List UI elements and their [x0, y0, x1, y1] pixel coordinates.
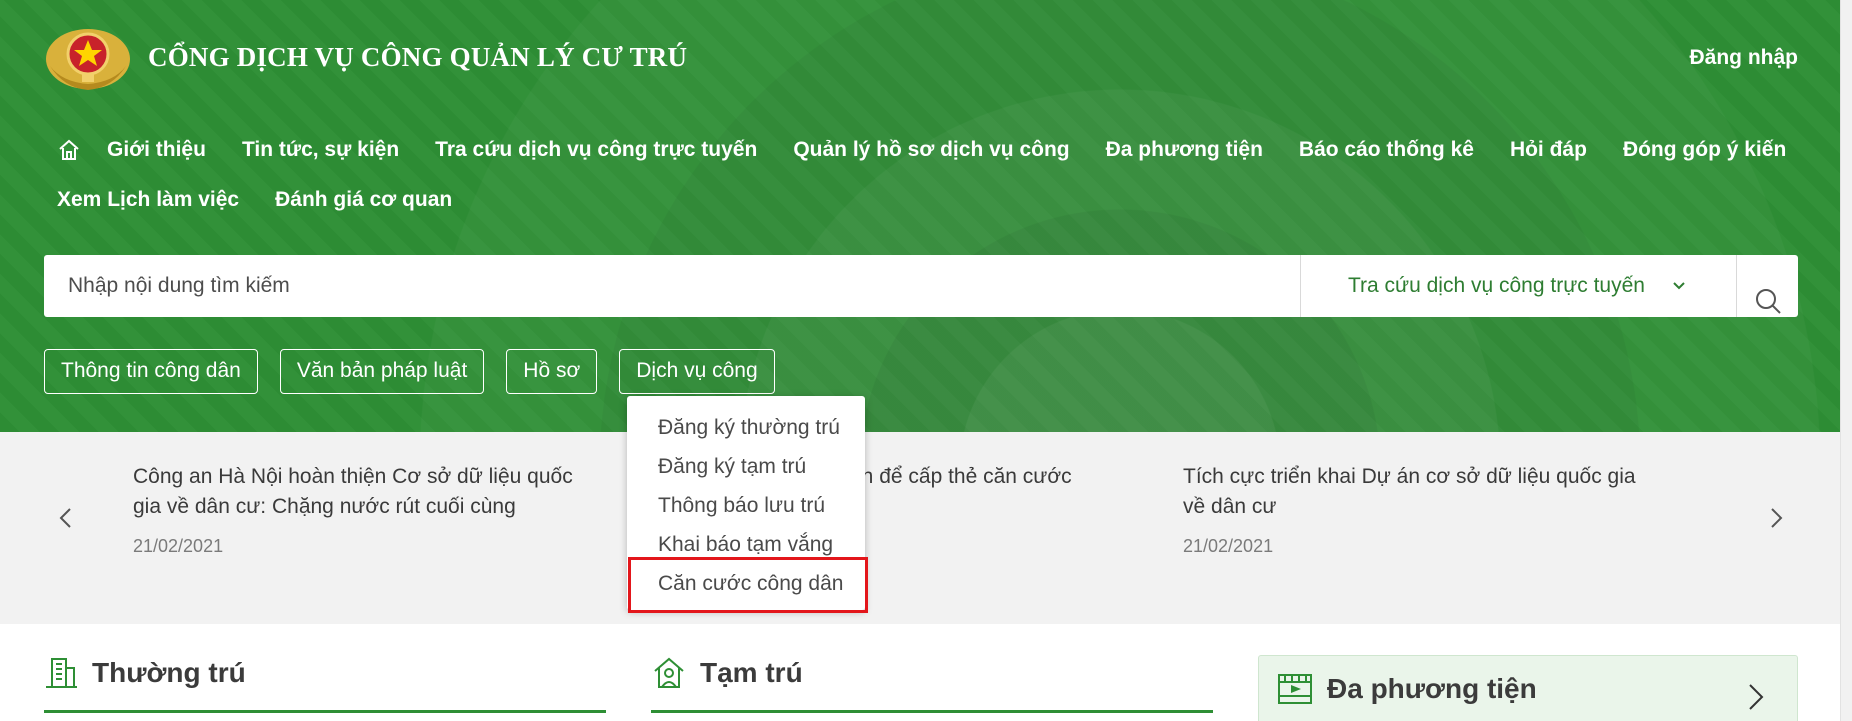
police-emblem-logo[interactable]: [44, 26, 132, 92]
section-title: Đa phương tiện: [1327, 673, 1537, 704]
nav-item-dong-gop[interactable]: Đóng góp ý kiến: [1623, 138, 1786, 162]
chevron-right-icon[interactable]: [1745, 682, 1767, 712]
news-carousel: Công an Hà Nội hoàn thiện Cơ sở dữ liệu …: [0, 432, 1852, 624]
section-title: Thường trú: [92, 657, 246, 688]
section-thuong-tru[interactable]: Thường trú: [44, 656, 246, 690]
quick-links: Thông tin công dân Văn bản pháp luật Hồ …: [44, 349, 797, 394]
search-button[interactable]: [1736, 255, 1798, 317]
quick-link-van-ban-phap-luat[interactable]: Văn bản pháp luật: [279, 349, 485, 394]
media-card-header: Đa phương tiện: [1277, 672, 1537, 706]
section-underline: [44, 710, 606, 713]
nav-row-1: Giới thiệu Tin tức, sự kiện Tra cứu dịch…: [44, 130, 1824, 170]
search-scope-label: Tra cứu dịch vụ công trực tuyến: [1348, 274, 1645, 297]
menu-item-can-cuoc-cong-dan[interactable]: Căn cước công dân: [627, 564, 865, 603]
site-title[interactable]: CỔNG DỊCH VỤ CÔNG QUẢN LÝ CƯ TRÚ: [148, 42, 687, 73]
chevron-down-icon: [1673, 282, 1685, 290]
search-input[interactable]: [44, 255, 1300, 317]
nav-item-hoi-dap[interactable]: Hỏi đáp: [1510, 138, 1587, 162]
menu-item-khai-bao-tam-vang[interactable]: Khai báo tạm vắng: [627, 525, 865, 564]
quick-link-thong-tin-cong-dan[interactable]: Thông tin công dân: [44, 349, 258, 394]
news-date: 21/02/2021: [133, 536, 224, 556]
media-card[interactable]: Đa phương tiện: [1258, 655, 1798, 721]
news-item[interactable]: Công an Hà Nội hoàn thiện Cơ sở dữ liệu …: [133, 462, 603, 557]
chevron-left-icon[interactable]: [52, 504, 80, 532]
scrollbar[interactable]: [1840, 0, 1852, 721]
news-item[interactable]: ện để cấp thẻ căn cước: [850, 462, 1150, 492]
quick-link-dich-vu-cong[interactable]: Dịch vụ công: [619, 349, 775, 394]
house-person-icon: [654, 657, 684, 688]
film-icon: [1278, 674, 1312, 704]
nav-row-2: Xem Lịch làm việc Đánh giá cơ quan: [0, 180, 1824, 220]
search-bar: Tra cứu dịch vụ công trực tuyến: [44, 255, 1798, 317]
section-tam-tru[interactable]: Tạm trú: [652, 656, 803, 690]
menu-item-dang-ky-thuong-tru[interactable]: Đăng ký thường trú: [627, 408, 865, 447]
menu-item-dang-ky-tam-tru[interactable]: Đăng ký tạm trú: [627, 447, 865, 486]
nav-item-tin-tuc[interactable]: Tin tức, sự kiện: [242, 138, 399, 162]
dich-vu-cong-dropdown: Đăng ký thường trú Đăng ký tạm trú Thông…: [627, 396, 865, 610]
nav-item-bao-cao[interactable]: Báo cáo thống kê: [1299, 138, 1474, 162]
chevron-right-icon[interactable]: [1762, 504, 1790, 532]
nav-item-quan-ly-ho-so[interactable]: Quản lý hồ sơ dịch vụ công: [793, 138, 1069, 162]
news-title[interactable]: Tích cực triển khai Dự án cơ sở dữ liệu …: [1183, 462, 1653, 522]
search-icon: [1755, 289, 1781, 314]
nav-item-da-phuong-tien[interactable]: Đa phương tiện: [1106, 138, 1263, 162]
quick-link-ho-so[interactable]: Hồ sơ: [506, 349, 598, 394]
nav-item-gioi-thieu[interactable]: Giới thiệu: [107, 138, 206, 162]
news-item[interactable]: Tích cực triển khai Dự án cơ sở dữ liệu …: [1183, 462, 1653, 557]
login-link[interactable]: Đăng nhập: [1690, 46, 1799, 70]
news-title[interactable]: ện để cấp thẻ căn cước: [850, 462, 1150, 492]
section-underline: [651, 710, 1213, 713]
search-scope-select[interactable]: Tra cứu dịch vụ công trực tuyến: [1300, 255, 1736, 317]
news-date: 21/02/2021: [1183, 536, 1274, 556]
home-icon[interactable]: [57, 138, 81, 162]
section-title: Tạm trú: [700, 657, 803, 688]
header-banner: CỔNG DỊCH VỤ CÔNG QUẢN LÝ CƯ TRÚ Đăng nh…: [0, 0, 1852, 432]
news-title[interactable]: Công an Hà Nội hoàn thiện Cơ sở dữ liệu …: [133, 462, 603, 522]
main-nav: Giới thiệu Tin tức, sự kiện Tra cứu dịch…: [44, 130, 1824, 220]
nav-item-danh-gia[interactable]: Đánh giá cơ quan: [275, 188, 452, 212]
building-icon: [46, 658, 77, 688]
menu-item-thong-bao-luu-tru[interactable]: Thông báo lưu trú: [627, 486, 865, 525]
nav-item-lich-lam-viec[interactable]: Xem Lịch làm việc: [57, 188, 239, 212]
nav-item-tra-cuu[interactable]: Tra cứu dịch vụ công trực tuyến: [435, 138, 757, 162]
